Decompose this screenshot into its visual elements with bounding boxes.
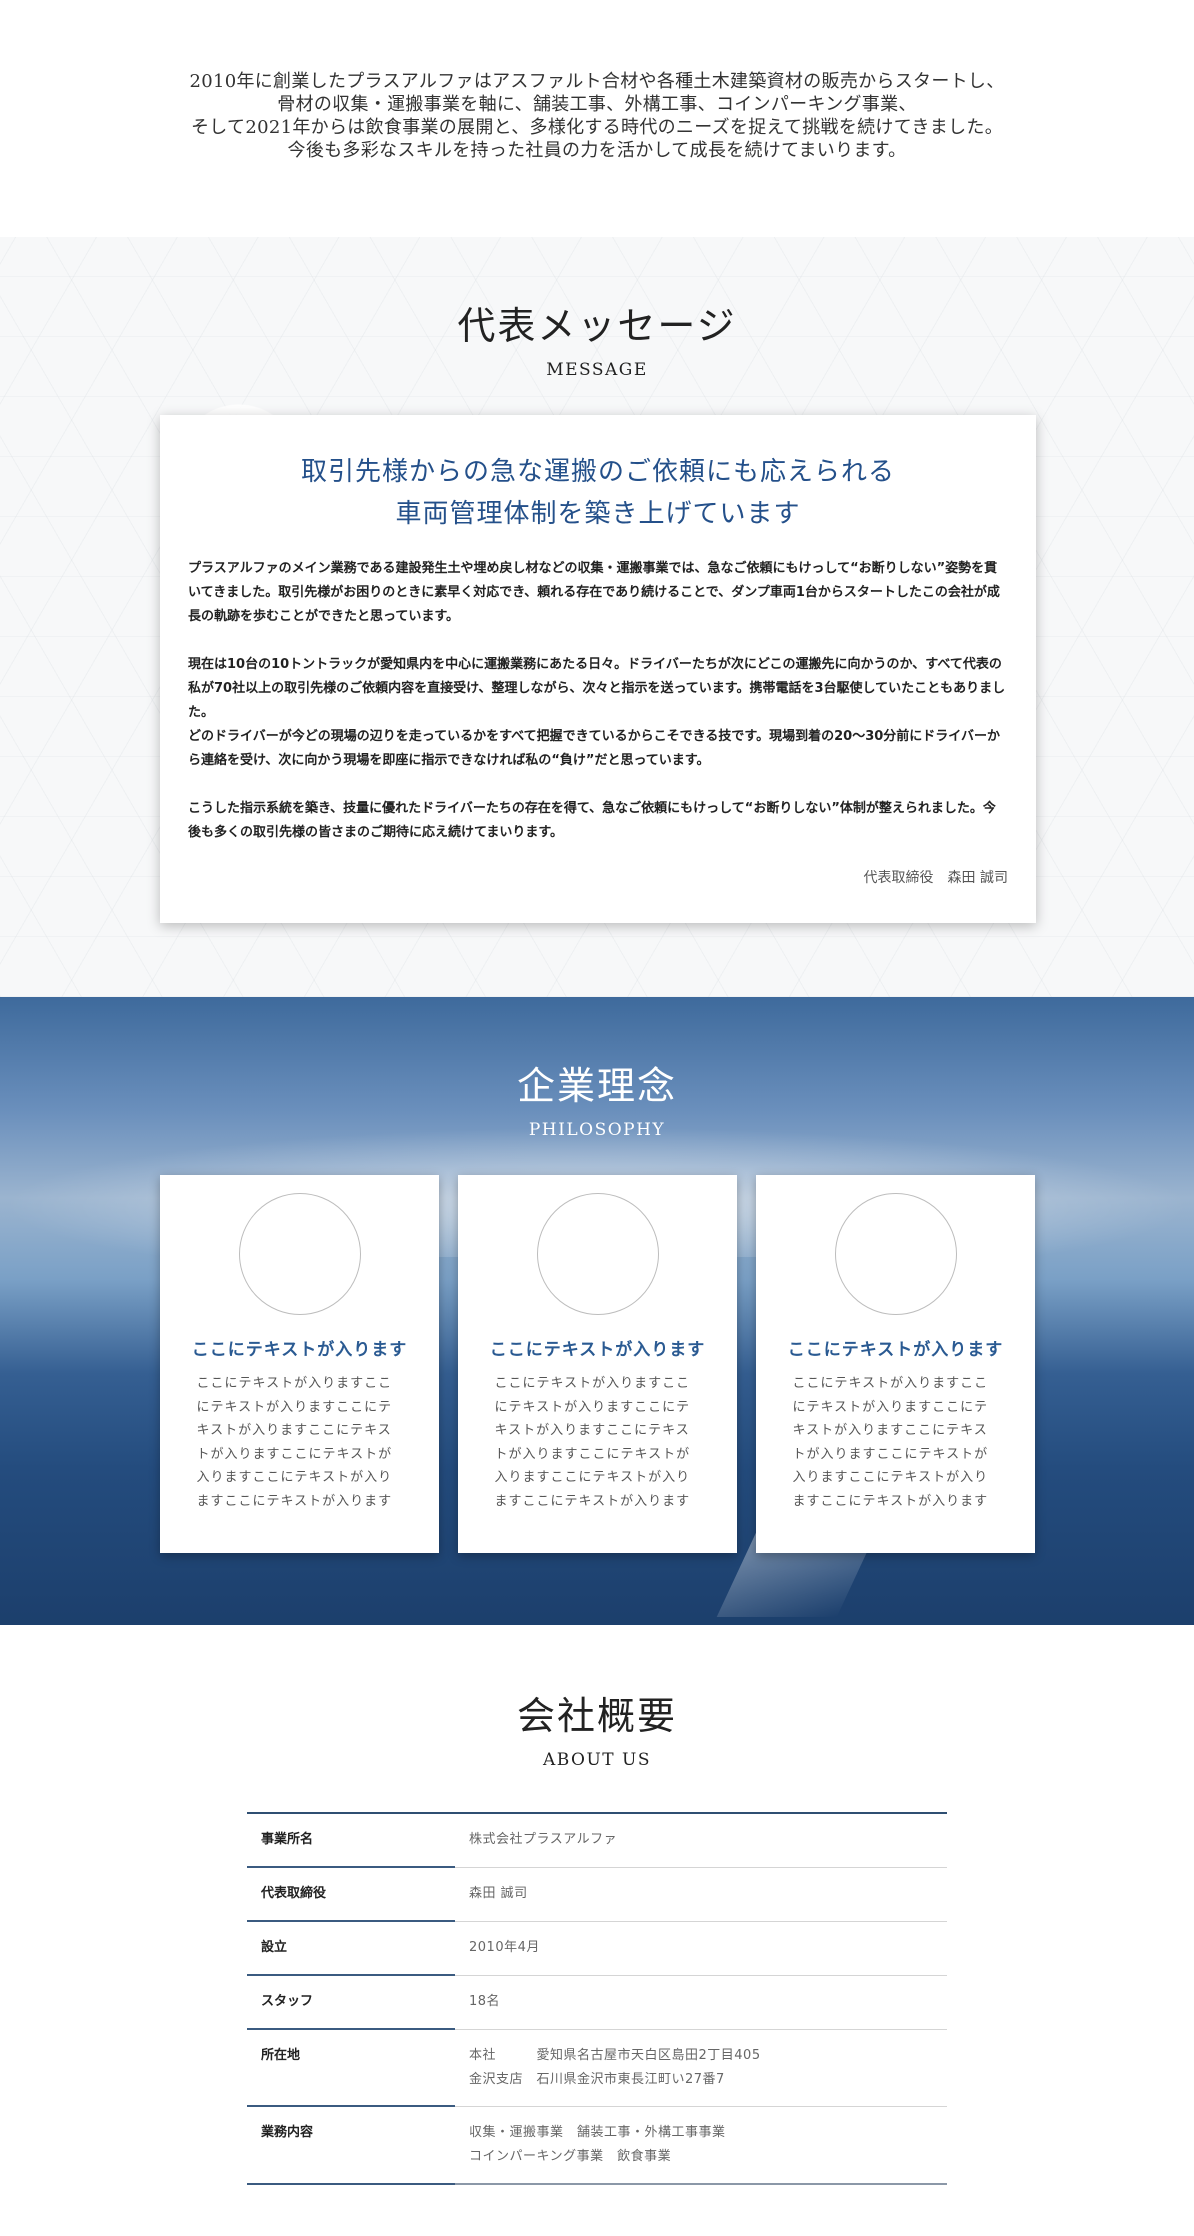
about-section: 会社概要 ABOUT US 事業所名 株式会社プラスアルファ 代表取締役 森田 … (0, 1625, 1194, 2236)
circle-image-placeholder (238, 1193, 361, 1315)
message-card: 取引先様からの急な運搬のご依頼にも応えられる 車両管理体制を築き上げています プ… (160, 415, 1036, 923)
circle-image-placeholder (536, 1193, 659, 1315)
message-paragraph: 現在は10台の10トントラックが愛知県内を中心に運搬業務にあたる日々。ドライバー… (188, 657, 1006, 720)
row-value: 森田 誠司 (455, 1867, 947, 1922)
intro-line: 今後も多彩なスキルを持った社員の力を活かして成長を続けてまいります。 (287, 140, 907, 161)
section-title-ja: 企業理念 (516, 1064, 677, 1108)
message-heading-line: 取引先様からの急な運搬のご依頼にも応えられる (300, 457, 895, 487)
row-value: 18名 (455, 1975, 947, 2030)
philosophy-card: ここにテキストが入ります ここにテキストが入りますここにテキストが入りますここに… (458, 1175, 737, 1553)
table-row: 事業所名 株式会社プラスアルファ (247, 1812, 947, 1868)
message-body: プラスアルファのメイン業務である建設発生土や埋め戻し材などの収集・運搬事業では、… (188, 557, 1008, 845)
message-paragraph: プラスアルファのメイン業務である建設発生土や埋め戻し材などの収集・運搬事業では、… (188, 561, 1000, 624)
message-section: 代表メッセージ MESSAGE 取引先様からの急な運搬のご依頼にも応えられる 車… (0, 237, 1194, 997)
message-section-title: 代表メッセージ MESSAGE (0, 237, 1194, 380)
intro-line: そして2021年からは飲食事業の展開と、多様化する時代のニーズを捉えて挑戦を続け… (190, 117, 1003, 138)
philosophy-card-body: ここにテキストが入りますここにテキストが入りますここにテキストが入りますここにテ… (494, 1376, 691, 1509)
row-value: 本社 愛知県名古屋市天白区島田2丁目405 金沢支店 石川県金沢市東長江町い27… (455, 2029, 947, 2107)
row-key: 所在地 (247, 2029, 455, 2107)
philosophy-card-heading: ここにテキストが入ります (191, 1340, 408, 1360)
row-key: 代表取締役 (247, 1867, 455, 1922)
philosophy-card: ここにテキストが入ります ここにテキストが入りますここにテキストが入りますここに… (756, 1175, 1035, 1553)
section-title-en: MESSAGE (546, 360, 648, 380)
message-paragraph: どのドライバーが今どの現場の辺りを走っているかをすべて把握できているからこそでき… (188, 729, 1001, 768)
message-heading-line: 車両管理体制を築き上げています (395, 499, 801, 529)
row-value: 収集・運搬事業 舗装工事・外構工事事業 コインパーキング事業 飲食事業 (455, 2106, 947, 2185)
business-line: コインパーキング事業 飲食事業 (469, 2148, 672, 2164)
message-heading: 取引先様からの急な運搬のご依頼にも応えられる 車両管理体制を築き上げています (188, 451, 1008, 535)
table-row: 設立 2010年4月 (247, 1921, 947, 1976)
section-title-en: PHILOSOPHY (528, 1120, 666, 1140)
philosophy-card-heading: ここにテキストが入ります (787, 1340, 1004, 1360)
philosophy-card-body: ここにテキストが入りますここにテキストが入りますここにテキストが入りますここにテ… (792, 1376, 989, 1509)
philosophy-card-heading: ここにテキストが入ります (489, 1340, 706, 1360)
philosophy-card-body: ここにテキストが入りますここにテキストが入りますここにテキストが入りますここにテ… (196, 1376, 393, 1509)
table-row: スタッフ 18名 (247, 1975, 947, 2030)
row-key: スタッフ (247, 1975, 455, 2030)
row-key: 設立 (247, 1921, 455, 1976)
signature: 代表取締役 森田 誠司 (863, 870, 1008, 886)
row-key: 業務内容 (247, 2106, 455, 2185)
intro-line: 2010年に創業したプラスアルファはアスファルト合材や各種土木建築資材の販売から… (189, 71, 1005, 92)
intro-line: 骨材の収集・運搬事業を軸に、舗装工事、外構工事、コインパーキング事業、 (277, 94, 917, 115)
section-title-ja: 代表メッセージ (457, 304, 737, 348)
section-title-ja: 会社概要 (516, 1694, 677, 1738)
philosophy-section-title: 企業理念 PHILOSOPHY (0, 997, 1194, 1140)
table-row: 代表取締役 森田 誠司 (247, 1867, 947, 1922)
row-value: 2010年4月 (455, 1921, 947, 1976)
table-row: 業務内容 収集・運搬事業 舗装工事・外構工事事業 コインパーキング事業 飲食事業 (247, 2106, 947, 2185)
company-info-table: 事業所名 株式会社プラスアルファ 代表取締役 森田 誠司 設立 2010年4月 … (247, 1812, 947, 2185)
philosophy-card: ここにテキストが入ります ここにテキストが入りますここにテキストが入りますここに… (160, 1175, 439, 1553)
philosophy-cards: ここにテキストが入ります ここにテキストが入りますここにテキストが入りますここに… (160, 1175, 1035, 1553)
circle-image-placeholder (834, 1193, 957, 1315)
table-row: 所在地 本社 愛知県名古屋市天白区島田2丁目405 金沢支店 石川県金沢市東長江… (247, 2029, 947, 2107)
intro-section: 2010年に創業したプラスアルファはアスファルト合材や各種土木建築資材の販売から… (0, 0, 1194, 237)
business-line: 収集・運搬事業 舗装工事・外構工事事業 (469, 2124, 726, 2140)
row-value: 株式会社プラスアルファ (455, 1812, 947, 1868)
message-paragraph: こうした指示系統を築き、技量に優れたドライバーたちの存在を得て、急なご依頼にもけ… (188, 801, 996, 840)
section-title-en: ABOUT US (542, 1750, 652, 1770)
row-key: 事業所名 (247, 1812, 455, 1868)
address-line: 本社 愛知県名古屋市天白区島田2丁目405 (469, 2047, 761, 2063)
about-section-title: 会社概要 ABOUT US (0, 1625, 1194, 1770)
address-line: 金沢支店 石川県金沢市東長江町い27番7 (469, 2071, 725, 2087)
philosophy-section: 企業理念 PHILOSOPHY ここにテキストが入ります ここにテキストが入りま… (0, 997, 1194, 1625)
